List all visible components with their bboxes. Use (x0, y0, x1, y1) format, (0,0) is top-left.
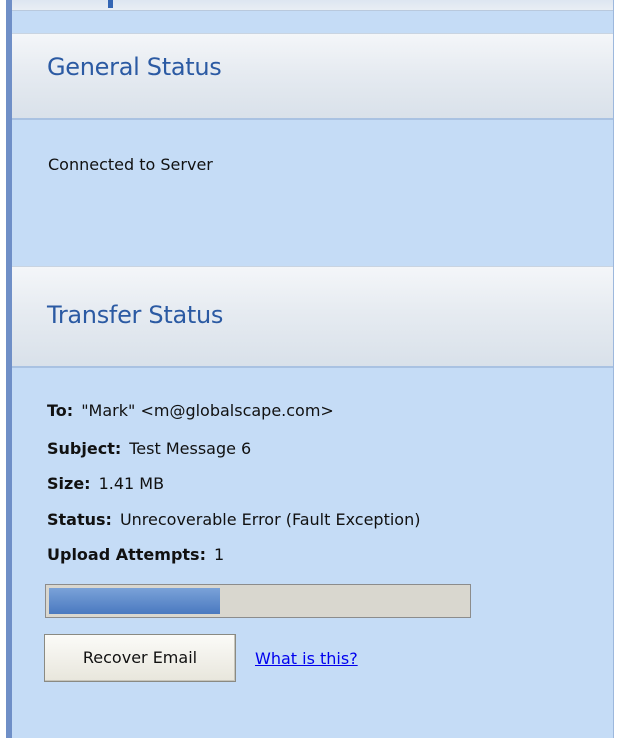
transfer-status-title: Transfer Status (47, 301, 224, 329)
upload-attempts-row: Upload Attempts: 1 (47, 545, 224, 564)
transfer-status-header: Transfer Status (12, 266, 613, 368)
transfer-progress-bar (45, 584, 471, 618)
size-value: 1.41 MB (98, 474, 165, 493)
to-label: To: (47, 401, 74, 420)
general-status-header: General Status (12, 33, 613, 120)
size-row: Size: 1.41 MB (47, 474, 164, 493)
collapsed-section-title-fragment (108, 0, 113, 8)
connection-status-text: Connected to Server (48, 155, 213, 174)
to-row: To: "Mark" <m@globalscape.com> (47, 401, 334, 420)
status-label: Status: (47, 510, 112, 529)
status-value: Unrecoverable Error (Fault Exception) (119, 510, 421, 529)
transfer-progress-fill (49, 588, 221, 614)
upload-attempts-label: Upload Attempts: (47, 545, 206, 564)
collapsed-section-strip (12, 0, 613, 11)
status-window: General Status Connected to Server Trans… (0, 0, 619, 738)
status-row: Status: Unrecoverable Error (Fault Except… (47, 510, 420, 529)
subject-value: Test Message 6 (129, 439, 252, 458)
general-status-title: General Status (47, 53, 222, 81)
upload-attempts-value: 1 (213, 545, 225, 564)
size-label: Size: (47, 474, 91, 493)
to-value: "Mark" <m@globalscape.com> (81, 401, 334, 420)
subject-label: Subject: (47, 439, 122, 458)
status-panel: General Status Connected to Server Trans… (12, 0, 614, 738)
what-is-this-link[interactable]: What is this? (255, 649, 358, 668)
recover-email-button[interactable]: Recover Email (44, 634, 236, 682)
subject-row: Subject: Test Message 6 (47, 439, 251, 458)
